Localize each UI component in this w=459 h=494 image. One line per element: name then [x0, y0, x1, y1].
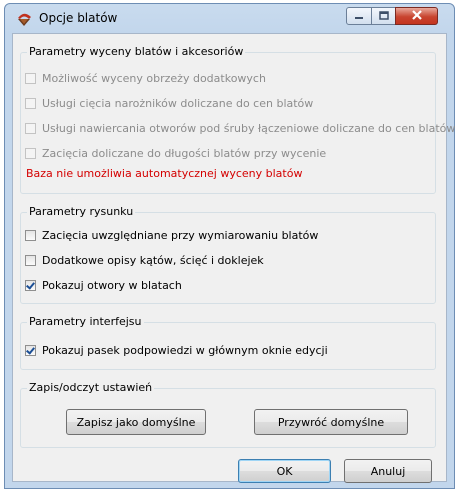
checkbox-label: Usługi cięcia narożników doliczane do ce… [42, 97, 314, 110]
close-icon [411, 9, 423, 23]
checkbox-cuts-length[interactable]: Zacięcia doliczane do długości blatów pr… [25, 147, 326, 160]
checkbox-box[interactable] [25, 230, 36, 241]
checkbox-label: Zacięcia uwzględniane przy wymiarowaniu … [42, 229, 319, 242]
cancel-button[interactable]: Anuluj [344, 459, 432, 483]
pricing-group-legend: Parametry wyceny blatów i akcesoriów [27, 45, 246, 58]
title-bar[interactable]: Opcje blatów [5, 4, 454, 32]
checkbox-extra-edging[interactable]: Możliwość wyceny obrzeży dodatkowych [25, 72, 266, 85]
drawing-group-legend: Parametry rysunku [27, 205, 136, 218]
checkbox-label: Dodatkowe opisy kątów, ścięć i doklejek [42, 254, 264, 267]
save-default-button[interactable]: Zapisz jako domyślne [66, 409, 206, 435]
checkbox-box[interactable] [25, 255, 36, 266]
interface-group-legend: Parametry interfejsu [27, 315, 144, 328]
checkbox-corner-cutting[interactable]: Usługi cięcia narożników doliczane do ce… [25, 97, 313, 110]
checkbox-box[interactable] [25, 73, 36, 84]
checkbox-box[interactable] [25, 345, 36, 356]
restore-default-button[interactable]: Przywróć domyślne [254, 409, 408, 435]
checkbox-angle-descriptions[interactable]: Dodatkowe opisy kątów, ścięć i doklejek [25, 254, 264, 267]
checkbox-cuts-dimensioning[interactable]: Zacięcia uwzględniane przy wymiarowaniu … [25, 229, 318, 242]
app-icon [15, 10, 33, 28]
checkbox-box[interactable] [25, 98, 36, 109]
checkbox-label: Usługi nawiercania otworów pod śruby łąc… [42, 122, 456, 135]
settings-group-legend: Zapis/odczyt ustawień [27, 381, 155, 394]
checkbox-box[interactable] [25, 148, 36, 159]
maximize-button[interactable] [371, 7, 396, 25]
checkbox-bolt-drilling[interactable]: Usługi nawiercania otworów pod śruby łąc… [25, 122, 455, 135]
maximize-icon [378, 10, 389, 23]
checkbox-box[interactable] [25, 280, 36, 291]
pricing-warning: Baza nie umożliwia automatycznej wyceny … [26, 167, 303, 180]
minimize-button[interactable] [346, 7, 372, 25]
checkbox-label: Możliwość wyceny obrzeży dodatkowych [42, 72, 266, 85]
window-title: Opcje blatów [39, 11, 118, 25]
checkbox-label: Pokazuj pasek podpowiedzi w głównym okni… [42, 344, 328, 357]
close-button[interactable] [395, 7, 438, 25]
checkbox-box[interactable] [25, 123, 36, 134]
checkbox-show-holes[interactable]: Pokazuj otwory w blatach [25, 279, 182, 292]
checkbox-label: Pokazuj otwory w blatach [42, 279, 182, 292]
checkbox-show-hint-bar[interactable]: Pokazuj pasek podpowiedzi w głównym okni… [25, 344, 328, 357]
checkbox-label: Zacięcia doliczane do długości blatów pr… [42, 147, 327, 160]
minimize-icon [354, 10, 364, 23]
ok-button[interactable]: OK [238, 459, 331, 483]
